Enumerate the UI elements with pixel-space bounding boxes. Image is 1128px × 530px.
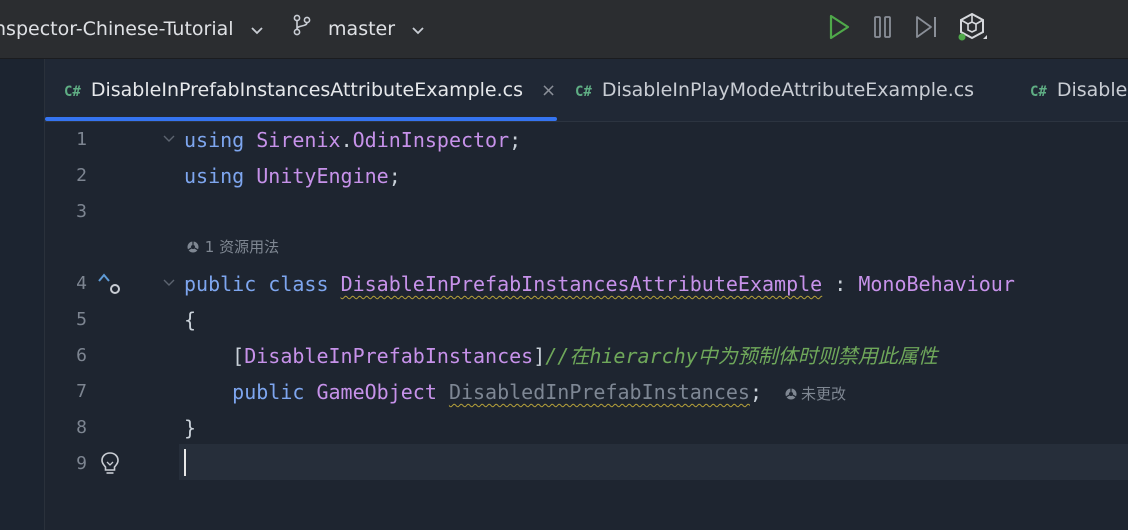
type-name[interactable]: GameObject	[316, 380, 436, 404]
code-line-5: {	[184, 308, 197, 332]
code-line-8: }	[184, 416, 197, 440]
close-icon[interactable]: ×	[541, 80, 556, 101]
csharp-file-icon: C#	[575, 84, 592, 100]
git-branch-icon	[292, 1, 312, 59]
namespace: OdinInspector	[352, 128, 510, 152]
code-editor[interactable]: 1 2 3 4 5 6 7 8 9 using Sirenix.OdinInsp…	[45, 122, 1128, 530]
code-line-2: using UnityEngine;	[184, 158, 401, 194]
keyword: class	[268, 272, 329, 296]
namespace: Sirenix	[256, 128, 341, 152]
serialization-hint-label: 未更改	[801, 385, 847, 403]
code-line-6: [DisableInPrefabInstances]//在hierarchy中为…	[184, 338, 938, 374]
keyword: using	[184, 128, 245, 152]
project-selector[interactable]: nspector-Chinese-Tutorial	[0, 0, 264, 58]
attribute-name[interactable]: DisableInPrefabInstances	[244, 344, 533, 368]
run-triangle-icon	[826, 13, 852, 45]
editor-tab-bar: C# DisableInPrefabInstancesAttributeExamp…	[45, 59, 1128, 122]
punctuation: .	[340, 128, 353, 152]
tab-label: DisableInPrefabInstancesAttributeExample…	[90, 79, 524, 101]
namespace: UnityEngine	[256, 164, 389, 188]
keyword: using	[184, 164, 245, 188]
usage-hint-label: 1 资源用法	[204, 238, 280, 256]
chevron-down-icon	[411, 1, 425, 59]
run-button[interactable]	[824, 14, 854, 44]
step-button[interactable]	[912, 14, 942, 44]
tab-label: Disable	[1056, 79, 1128, 101]
tab-disable-truncated[interactable]: C# Disable	[1030, 59, 1127, 121]
line-number: 1	[76, 129, 87, 150]
line-number: 5	[76, 309, 87, 330]
left-tool-strip	[0, 59, 45, 530]
comment: //在hierarchy中为预制体时则禁用此属性	[545, 344, 937, 368]
implementation-gutter-icon[interactable]	[95, 272, 123, 302]
line-number: 6	[76, 345, 87, 366]
fold-chevron-icon[interactable]	[163, 266, 175, 302]
punctuation: ;	[509, 128, 522, 152]
class-name[interactable]: DisableInPrefabInstancesAttributeExample	[341, 272, 823, 296]
csharp-file-icon: C#	[64, 84, 81, 100]
line-number: 2	[76, 165, 87, 186]
keyword: public	[184, 272, 257, 296]
punctuation: ]	[533, 344, 546, 368]
punctuation: ;	[749, 380, 763, 404]
punctuation: :	[834, 272, 847, 296]
editor-gutter: 1 2 3 4 5 6 7 8 9	[45, 122, 179, 530]
comment-part: //在	[545, 344, 590, 368]
unity-asset-icon	[186, 238, 205, 256]
line-number: 3	[76, 201, 87, 222]
comment-part: hierarchy	[589, 344, 698, 368]
line-number: 8	[76, 417, 87, 438]
unity-asset-icon	[785, 388, 797, 400]
active-tab-indicator	[45, 117, 557, 121]
field-name[interactable]: DisabledInPrefabInstances	[449, 380, 750, 404]
line-number: 7	[76, 381, 87, 402]
pause-button[interactable]	[868, 14, 898, 44]
project-name: nspector-Chinese-Tutorial	[0, 18, 234, 40]
code-line-7: public GameObject DisabledInPrefabInstan…	[184, 374, 846, 410]
branch-selector[interactable]: master	[292, 0, 425, 58]
current-line-highlight	[179, 444, 1128, 480]
serialization-hint[interactable]: 未更改	[784, 385, 846, 403]
chevron-down-icon	[250, 1, 264, 59]
code-line-4: public class DisableInPrefabInstancesAtt…	[184, 266, 1015, 302]
fold-chevron-icon[interactable]	[163, 122, 175, 158]
pause-icon	[871, 14, 895, 44]
tab-disable-in-prefab-instances[interactable]: C# DisableInPrefabInstancesAttributeExamp…	[64, 59, 556, 121]
unity-logo-icon	[957, 11, 989, 47]
step-forward-icon	[913, 14, 941, 44]
punctuation: [	[232, 344, 245, 368]
text-caret	[184, 449, 186, 476]
line-number: 4	[76, 273, 87, 294]
code-line-1: using Sirenix.OdinInspector;	[184, 122, 521, 158]
base-type[interactable]: MonoBehaviour	[858, 272, 1015, 296]
unity-button[interactable]	[957, 11, 989, 47]
punctuation: ;	[388, 164, 401, 188]
tab-disable-in-play-mode[interactable]: C# DisableInPlayModeAttributeExample.cs	[575, 59, 974, 121]
csharp-file-icon: C#	[1030, 84, 1047, 100]
lightbulb-icon[interactable]	[99, 450, 121, 480]
title-bar: nspector-Chinese-Tutorial master	[0, 0, 1128, 59]
branch-name: master	[328, 18, 396, 40]
tab-label: DisableInPlayModeAttributeExample.cs	[601, 79, 975, 101]
comment-part: 中为预制体时则禁用此属性	[697, 344, 938, 368]
keyword: public	[232, 380, 305, 404]
usage-hint[interactable]: 1 资源用法	[186, 236, 279, 258]
line-number: 9	[76, 453, 87, 474]
